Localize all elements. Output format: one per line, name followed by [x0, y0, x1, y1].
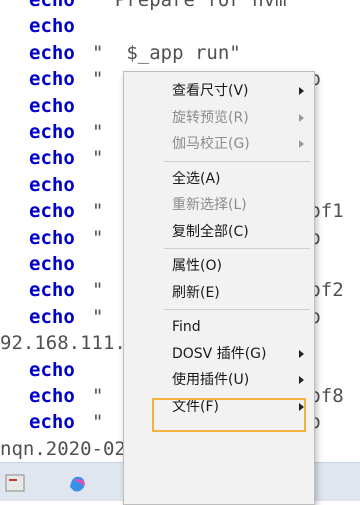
menu-item[interactable]: DOSV 插件(G) [124, 341, 314, 367]
echo-keyword: echo [29, 147, 75, 170]
menu-item-label: DOSV 插件(G) [172, 345, 267, 362]
menu-item-label: 复制全部(C) [172, 223, 249, 240]
echo-keyword: echo [29, 226, 75, 249]
menu-item[interactable]: 复制全部(C) [124, 219, 314, 245]
menu-item: 旋转预览(R) [124, 105, 314, 131]
echo-keyword: echo [29, 358, 75, 381]
highlight-box [152, 398, 306, 432]
echo-keyword: echo [29, 385, 75, 407]
menu-item[interactable]: 属性(O) [124, 253, 314, 279]
echo-keyword: echo [29, 411, 75, 434]
menu-item-label: 重新选择(L) [172, 197, 247, 213]
menu-separator [164, 160, 310, 162]
submenu-arrow-icon [299, 349, 304, 358]
menu-item: 伽马校正(G) [124, 131, 314, 157]
echo-keyword: echo [29, 279, 75, 302]
menu-item[interactable]: Find [124, 314, 314, 340]
echo-keyword: echo [29, 41, 75, 64]
echo-keyword: echo [29, 94, 75, 117]
menu-separator [164, 309, 310, 310]
menu-item-label: 全选(A) [172, 170, 221, 187]
copilot-icon[interactable] [66, 471, 90, 495]
submenu-arrow-icon [299, 113, 304, 122]
echo-keyword: echo [29, 0, 75, 11]
menu-item-label: 查看尺寸(V) [172, 83, 249, 99]
menu-item-label: 使用插件(U) [172, 372, 250, 388]
menu-item-label: 属性(O) [172, 258, 222, 274]
menu-item[interactable]: 查看尺寸(V) [124, 78, 314, 104]
echo-keyword: echo [29, 68, 75, 91]
echo-keyword: echo [29, 200, 75, 223]
menu-item-label: 刷新(E) [172, 284, 220, 301]
terminal-line-text: Prepare for nvm [92, 0, 287, 11]
submenu-arrow-icon [299, 376, 304, 384]
menu-item-label: Find [172, 319, 201, 335]
echo-keyword: echo [29, 253, 75, 275]
echo-keyword: echo [29, 15, 75, 38]
menu-item-label: 伽马校正(G) [172, 136, 250, 152]
echo-keyword: echo [29, 173, 75, 196]
submenu-arrow-icon [299, 87, 304, 95]
echo-keyword: echo [29, 305, 75, 328]
context-menu: 查看尺寸(V) 旋转预览(R) 伽马校正(G) 全选(A) 重新选择(L) 复制全部(C)… [123, 71, 315, 505]
echo-keyword: echo [29, 121, 75, 143]
terminal-line-text: " $_app run" [92, 41, 241, 64]
menu-item[interactable]: 全选(A) [124, 166, 314, 192]
app-icon[interactable] [4, 471, 28, 495]
menu-item: 重新选择(L) [124, 192, 314, 218]
menu-item[interactable]: 使用插件(U) [124, 367, 314, 393]
menu-item-label: 旋转预览(R) [172, 109, 249, 126]
menu-item[interactable]: 刷新(E) [124, 280, 314, 306]
menu-separator [164, 248, 310, 249]
submenu-arrow-icon [299, 140, 304, 148]
